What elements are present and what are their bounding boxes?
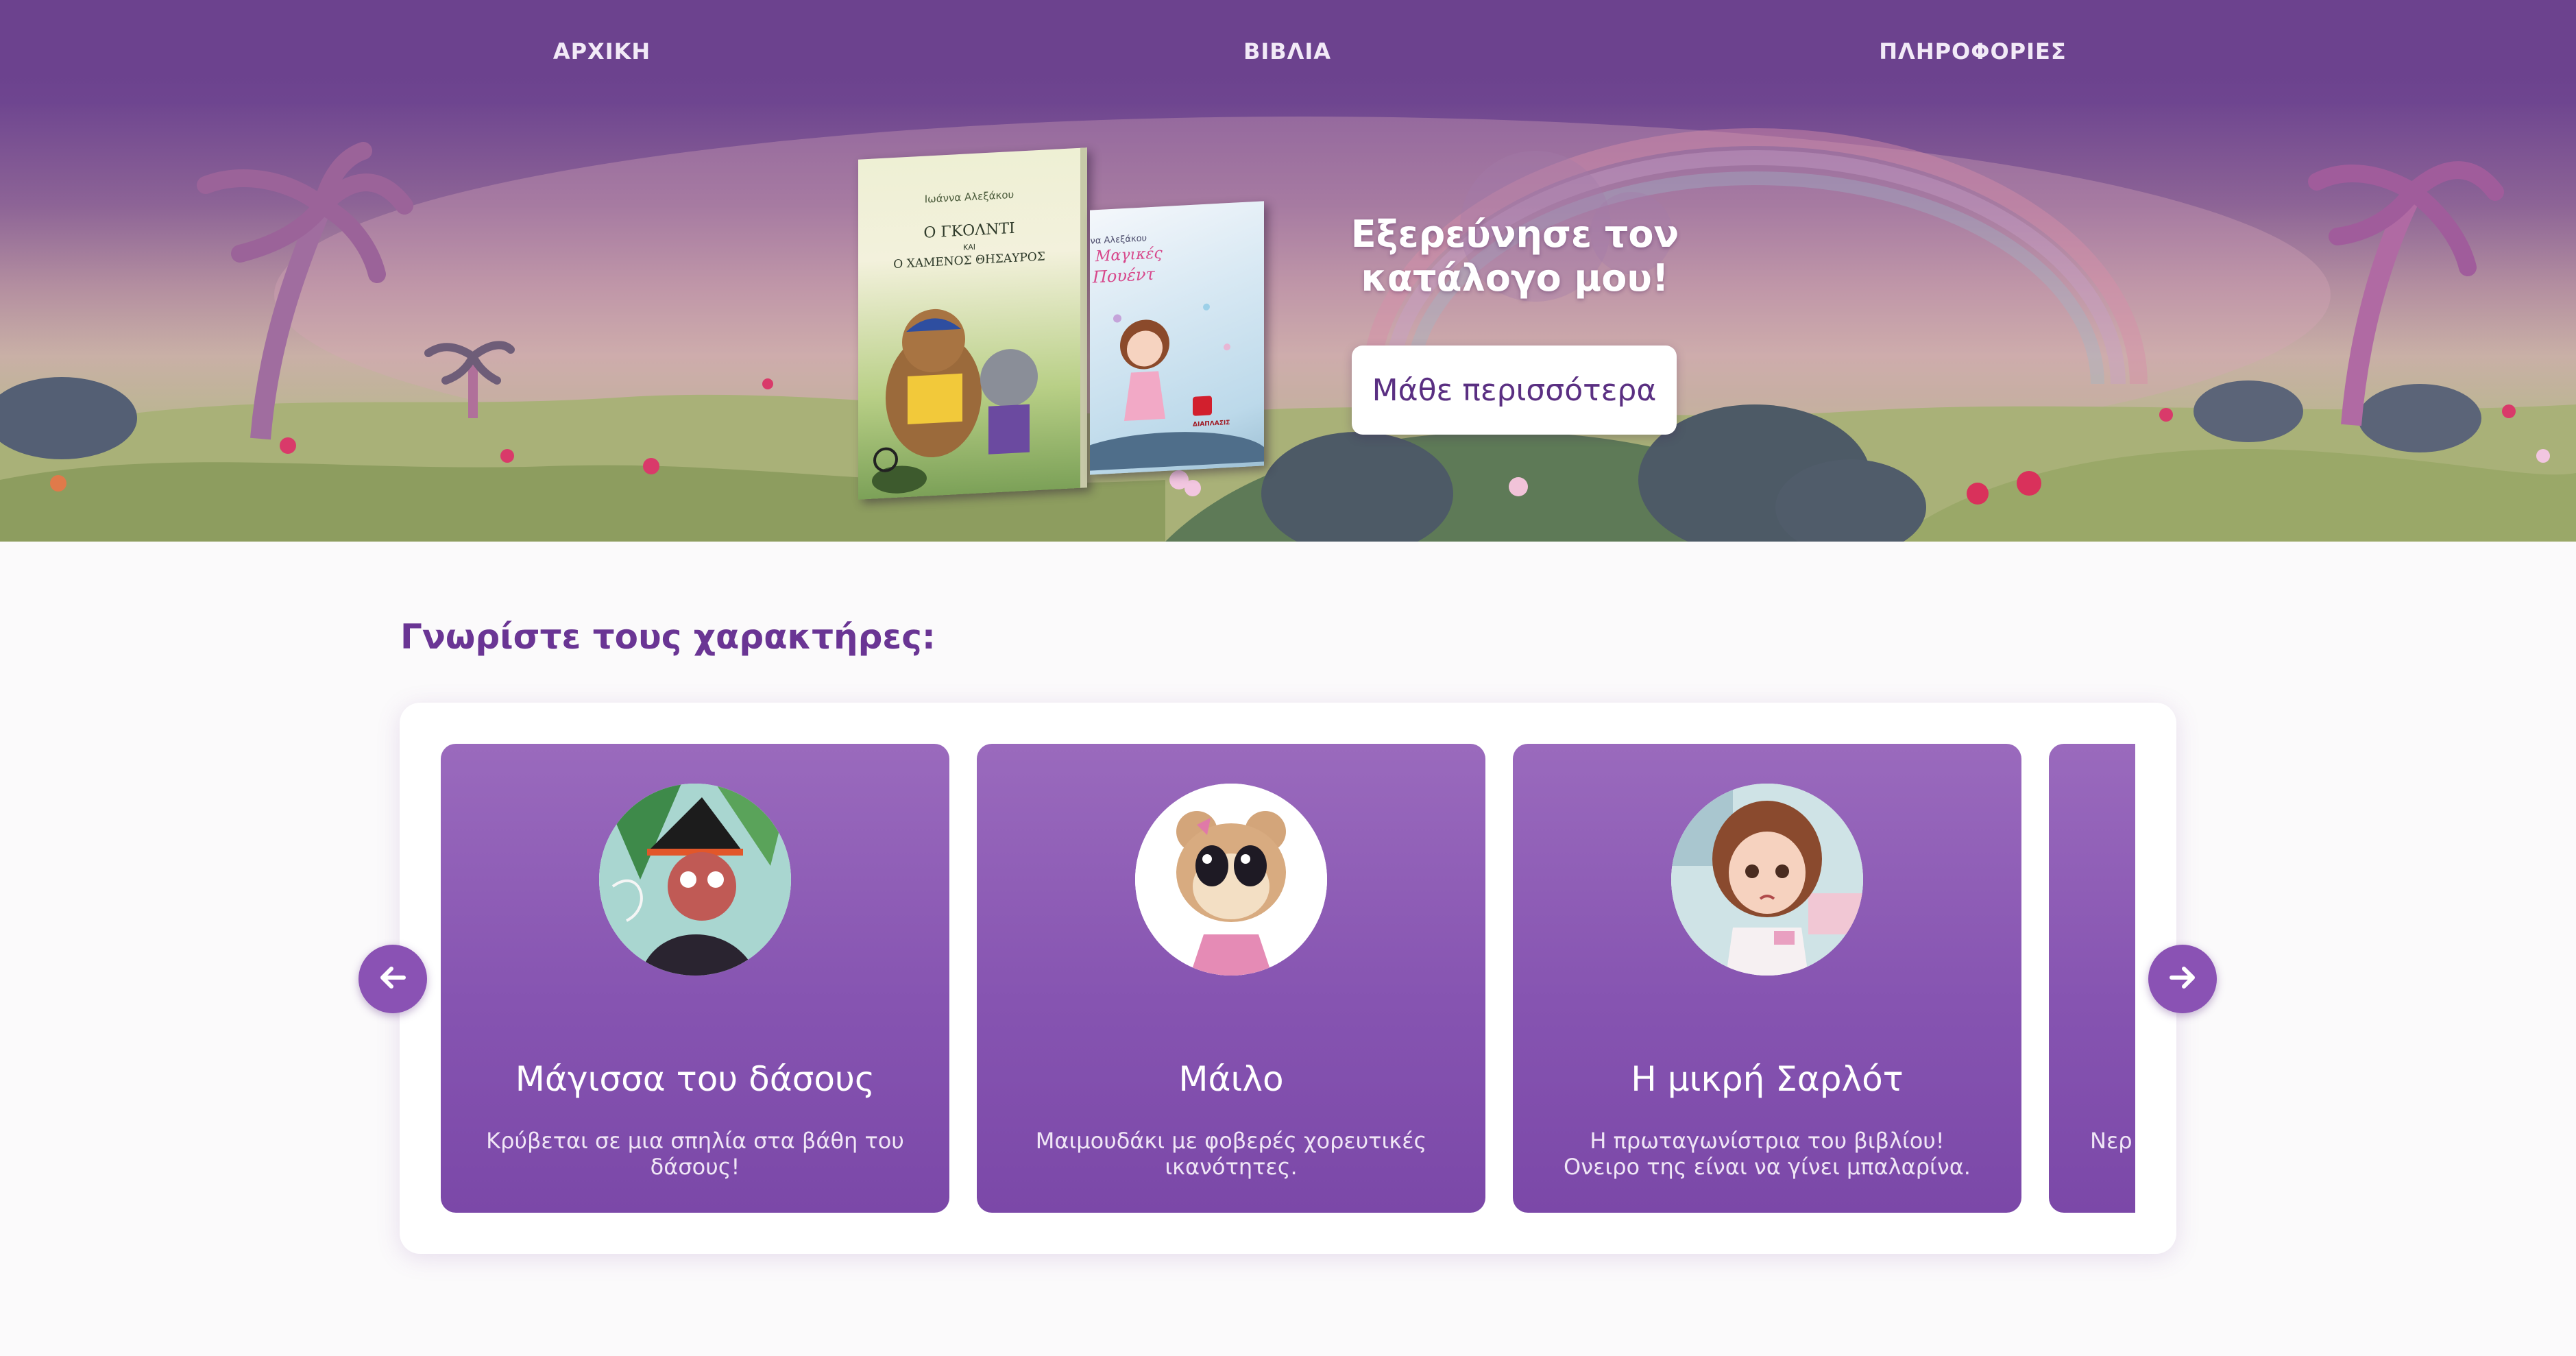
nav-link-home[interactable]: ΑΡΧΙΚΗ	[553, 38, 651, 64]
character-card-partial[interactable]: Νερ	[2049, 744, 2135, 1213]
character-name: Η μικρή Σαρλότ	[1631, 1059, 1904, 1099]
character-description: Μαιμουδάκι με φοβερές χορευτικές ικανότη…	[1035, 1128, 1427, 1180]
hero-title-line2: κατάλογο μου!	[1361, 256, 1669, 300]
book-cover-poente[interactable]: Ιωάννα Αλεξάκου Μαγικές Πουέντ ΔΙΑΠΛΑΣΙΣ	[1090, 201, 1264, 475]
character-name: Μάγισσα του δάσους	[515, 1059, 875, 1099]
character-description: Κρύβεται σε μια σπηλία στα βάθη του δάσο…	[486, 1128, 904, 1180]
character-avatar-milo	[1135, 784, 1327, 976]
book-illustration	[872, 308, 1038, 494]
book-title-line2: Πουέντ	[1093, 264, 1155, 287]
character-card-charlotte[interactable]: Η μικρή Σαρλότ Η πρωταγωνίστρια του βιβλ…	[1513, 744, 2021, 1213]
character-name: Μάιλο	[1178, 1059, 1284, 1099]
top-navigation: ΑΡΧΙΚΗ ΒΙΒΛΙΑ ΠΛΗΡΟΦΟΡΙΕΣ	[0, 0, 2576, 110]
character-avatar-charlotte	[1671, 784, 1863, 976]
characters-carousel: Μάγισσα του δάσους Κρύβεται σε μια σπηλί…	[400, 703, 2176, 1254]
arrow-right-icon	[2163, 958, 2202, 1000]
nav-link-info[interactable]: ΠΛΗΡΟΦΟΡΙΕΣ	[1879, 38, 2066, 64]
book-spine	[1080, 147, 1087, 488]
book-illustration	[1090, 303, 1264, 471]
hero-banner: Ιωάννα Αλεξάκου Ο ΓΚΟΛΝΤΙ ΚΑΙ Ο ΧΑΜΕΝΟΣ …	[0, 0, 2576, 542]
book-title-line1: Μαγικές	[1095, 245, 1163, 266]
characters-heading: Γνωρίστε τους χαρακτήρες:	[400, 617, 936, 657]
character-description: Νερ	[2090, 1128, 2133, 1154]
character-card-milo[interactable]: Μάιλο Μαιμουδάκι με φοβερές χορευτικές ι…	[977, 744, 1485, 1213]
book-cover-golnti[interactable]: Ιωάννα Αλεξάκου Ο ΓΚΟΛΝΤΙ ΚΑΙ Ο ΧΑΜΕΝΟΣ …	[858, 147, 1087, 500]
carousel-next-button[interactable]	[2148, 945, 2217, 1013]
carousel-prev-button[interactable]	[359, 945, 427, 1013]
character-description: Η πρωταγωνίστρια του βιβλίου! Ονειρο της…	[1564, 1128, 1971, 1180]
character-card-witch[interactable]: Μάγισσα του δάσους Κρύβεται σε μια σπηλί…	[441, 744, 949, 1213]
carousel-track: Μάγισσα του δάσους Κρύβεται σε μια σπηλί…	[441, 744, 2135, 1213]
learn-more-button[interactable]: Μάθε περισσότερα	[1352, 346, 1677, 435]
nav-link-books[interactable]: ΒΙΒΛΙΑ	[1243, 38, 1331, 64]
book-author: Ιωάννα Αλεξάκου	[924, 188, 1014, 206]
arrow-left-icon	[374, 958, 412, 1000]
hero-title-line1: Εξερεύνησε τον	[1350, 213, 1679, 256]
character-avatar-witch	[599, 784, 791, 976]
